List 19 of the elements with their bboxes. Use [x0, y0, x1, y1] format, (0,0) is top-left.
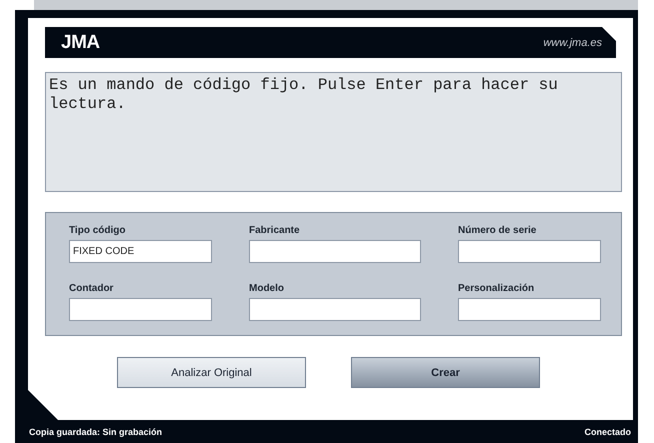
status-text: Copia guardada: Sin grabación: [29, 426, 162, 436]
input-field[interactable]: FIXED CODE: [69, 240, 212, 263]
field-label: Personalización: [458, 282, 536, 294]
input-field[interactable]: [458, 298, 601, 320]
field-label: Modelo: [249, 282, 285, 294]
field-label: Contador: [69, 282, 114, 294]
brand-logo: JMA: [61, 32, 100, 54]
secondary-button[interactable]: Analizar Original: [117, 357, 306, 388]
input-field[interactable]: [249, 298, 421, 320]
field-label: Tipo código: [69, 225, 126, 236]
primary-button[interactable]: Crear: [351, 357, 540, 388]
input-field[interactable]: [458, 240, 601, 263]
input-field[interactable]: [69, 298, 212, 320]
field-label: Número de serie: [458, 225, 538, 236]
website-text: www.jma.es: [543, 36, 602, 48]
message-area: Es un mando de código fijo. Pulse Enter para hacer su lectura.: [45, 72, 622, 192]
status-text: Conectado: [584, 426, 631, 436]
input-field[interactable]: [249, 240, 421, 263]
field-label: Fabricante: [249, 225, 301, 236]
